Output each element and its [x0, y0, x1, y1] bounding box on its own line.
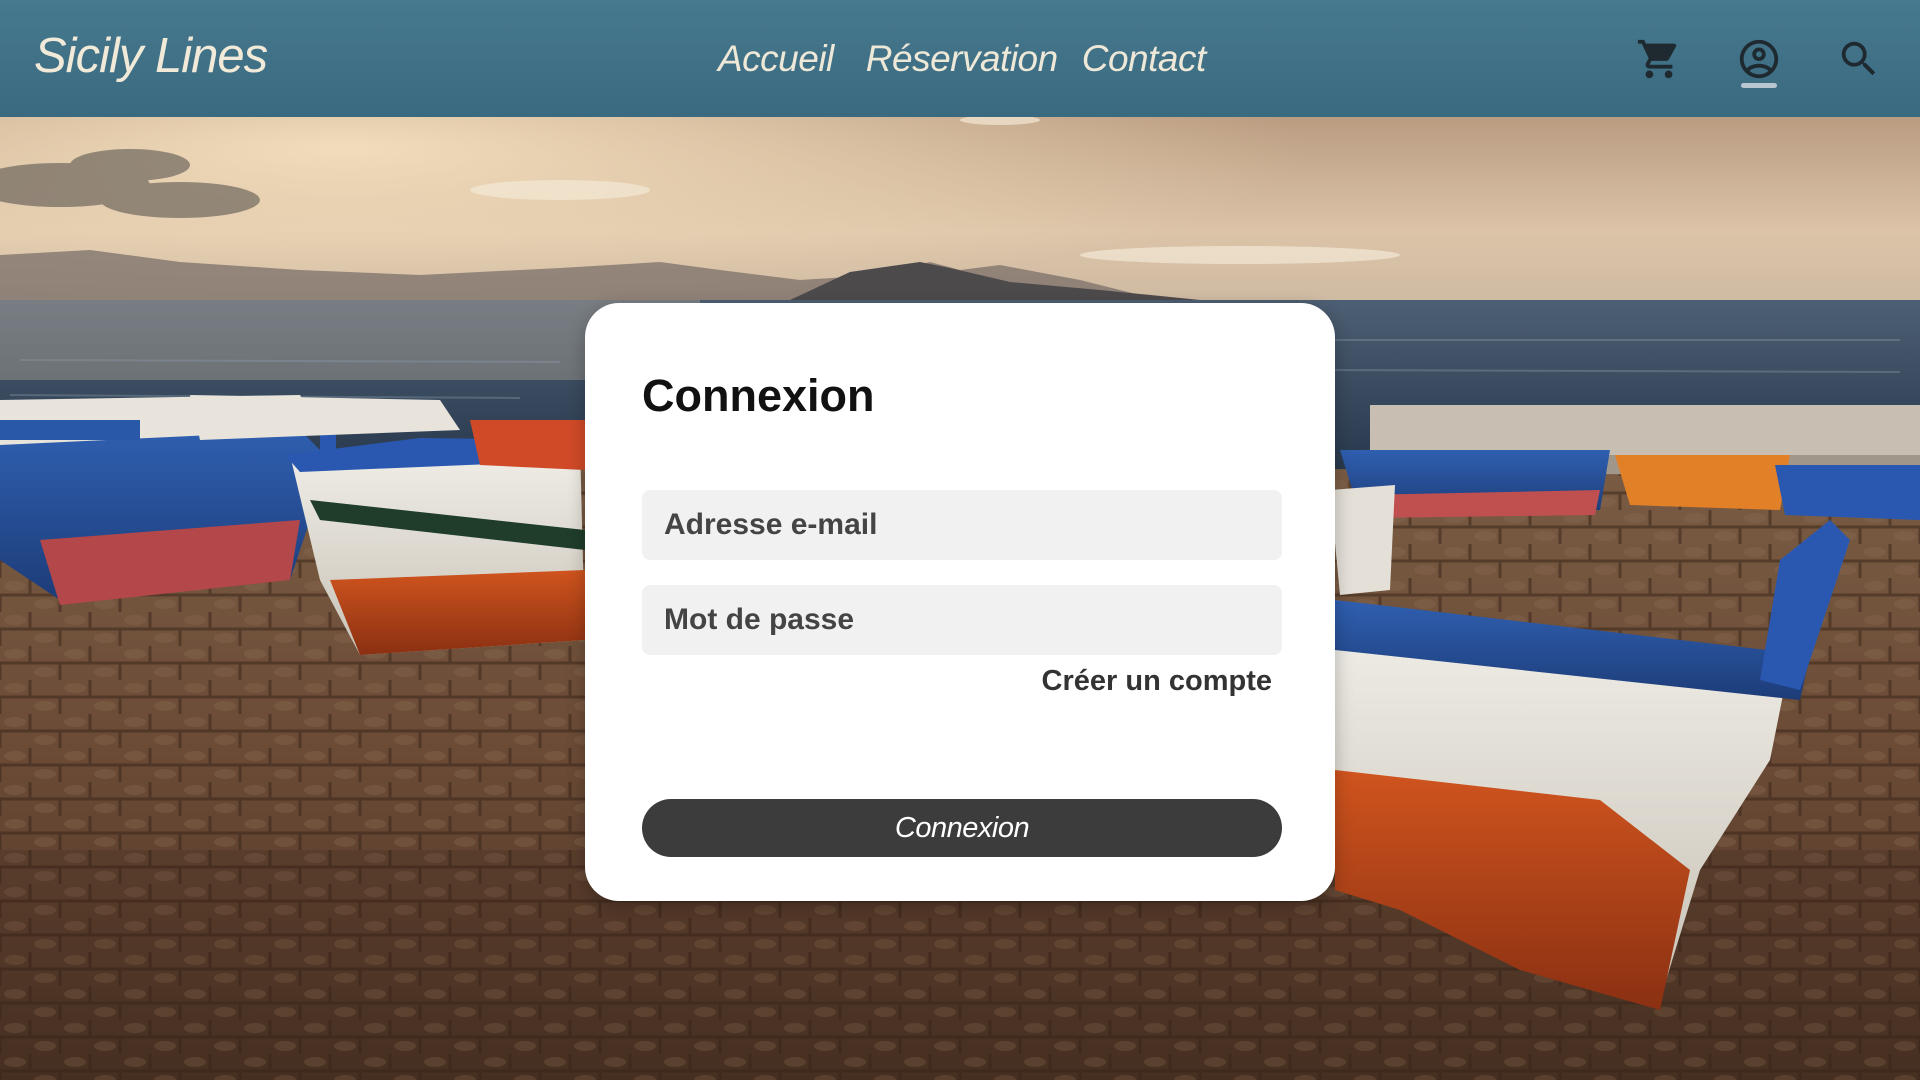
cart-icon[interactable] [1636, 36, 1682, 82]
email-field[interactable] [642, 490, 1282, 560]
top-navbar: Sicily Lines Accueil Réservation Contact [0, 0, 1920, 117]
search-icon[interactable] [1836, 36, 1882, 82]
login-button[interactable]: Connexion [642, 799, 1282, 857]
account-active-indicator [1741, 83, 1777, 88]
login-card: Connexion Créer un compte Connexion [585, 303, 1335, 901]
header-icon-group [0, 32, 1920, 92]
page: Sicily Lines Accueil Réservation Contact [0, 0, 1920, 1080]
login-title: Connexion [642, 370, 875, 421]
account-icon[interactable] [1736, 36, 1782, 82]
create-account-link[interactable]: Créer un compte [1042, 665, 1272, 698]
password-field[interactable] [642, 585, 1282, 655]
